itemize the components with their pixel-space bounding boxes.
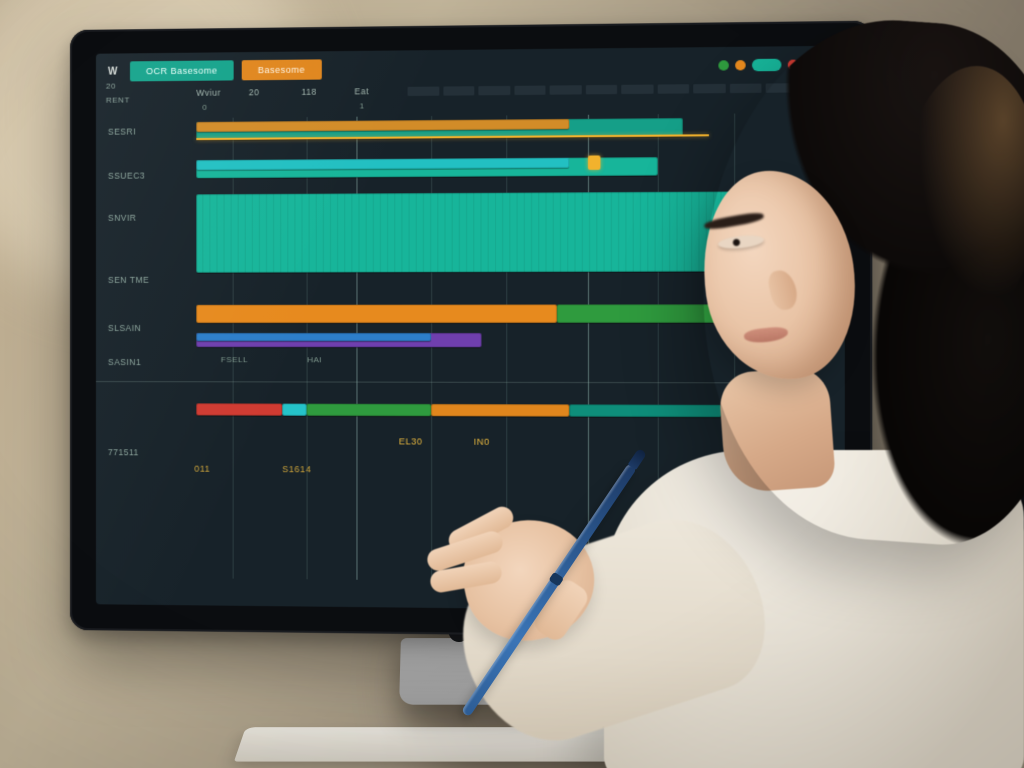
marker-r2[interactable] <box>588 155 600 169</box>
row-labels: SESRI SSUEC3 SNVIR SEN TME SLSAIN SASIN1… <box>96 118 196 578</box>
ruler-col-2: 20 <box>249 87 302 98</box>
ruler-col-4: Eat <box>354 86 407 97</box>
bottom-stub-2: S1614 <box>282 464 311 474</box>
bottom-scale-b: IN0 <box>474 437 490 447</box>
row-label-1: SESRI <box>108 126 196 137</box>
row-label-7: 771511 <box>108 447 196 457</box>
bar-r7-green[interactable] <box>307 404 431 417</box>
left-stub: 20 RENT <box>106 79 130 107</box>
row-label-6: SASIN1 <box>108 357 196 367</box>
left-stub-b: RENT <box>106 93 130 107</box>
ruler-col-3: 118 <box>302 86 355 97</box>
row-label-4: SEN TME <box>108 275 196 285</box>
row-label-5: SLSAIN <box>108 323 196 333</box>
bar-r6-blue[interactable] <box>196 333 431 341</box>
bar-r7-cyan[interactable] <box>282 404 307 416</box>
subnum-b: 1 <box>359 101 364 110</box>
row-label-3: SNVIR <box>108 212 196 222</box>
tab-primary[interactable]: OCR Basesome <box>130 60 234 81</box>
bottom-stub-1: 011 <box>194 464 210 474</box>
bar-r7-orange[interactable] <box>431 404 569 417</box>
row6-tick-b: HAI <box>307 355 322 364</box>
person <box>644 20 1024 760</box>
bottom-scale-a: EL30 <box>399 436 423 446</box>
bar-r7-red[interactable] <box>196 403 282 415</box>
bar-r5-orange[interactable] <box>196 305 556 323</box>
row-label-2: SSUEC3 <box>108 170 196 181</box>
brand: W <box>108 66 118 77</box>
left-stub-a: 20 <box>106 79 130 93</box>
subnum-a: 0 <box>202 103 207 112</box>
row6-tick-a: FSELL <box>221 355 248 364</box>
ruler-col-1: Wviur <box>196 87 248 98</box>
tab-secondary[interactable]: Basesome <box>242 59 322 80</box>
